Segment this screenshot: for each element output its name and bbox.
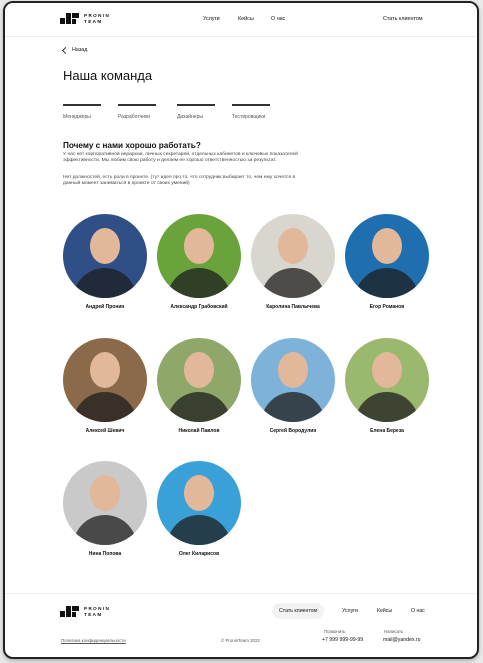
tab-managers[interactable]: Менеджеры — [63, 104, 101, 120]
avatar — [63, 338, 147, 422]
become-client-link[interactable]: Стать клиентом — [383, 16, 423, 22]
team-member-card[interactable]: Николай Павлов — [154, 338, 244, 434]
why-paragraph-2: Нет должностей, есть роли в проекте. (ту… — [63, 175, 296, 186]
avatar — [345, 214, 429, 298]
team-member-card[interactable]: Сергей Вородулин — [248, 338, 338, 434]
team-member-name: Александр Грабовский — [170, 304, 228, 310]
team-member-card[interactable]: Алексей Шевич — [60, 338, 150, 434]
nav-services[interactable]: Услуги — [203, 16, 220, 22]
team-member-name: Сергей Вородулин — [269, 428, 317, 434]
team-member-name: Алексей Шевич — [85, 428, 125, 434]
phone-link[interactable]: +7 999 999-99-99 — [322, 637, 363, 643]
logo-line2: TEAM — [84, 611, 103, 617]
call-label: Позвонить — [324, 629, 346, 634]
avatar — [157, 338, 241, 422]
footer-become-client-button[interactable]: Стать клиентом — [272, 603, 325, 619]
footer-nav-cases[interactable]: Кейсы — [370, 603, 399, 619]
tab-label: Дизайнеры — [177, 113, 203, 120]
site-footer: PRONIN TEAM Стать клиентом Услуги Кейсы … — [5, 593, 477, 657]
tab-label: Разработчики — [118, 113, 150, 120]
logo-icon — [60, 606, 80, 617]
team-member-name: Нина Попова — [88, 551, 122, 557]
team-member-card[interactable]: Олег Киларисов — [154, 461, 244, 557]
logo-icon — [60, 13, 80, 24]
footer-nav-about[interactable]: О нас — [404, 603, 432, 619]
chevron-left-icon — [61, 46, 70, 54]
avatar — [345, 338, 429, 422]
avatar — [63, 461, 147, 545]
logo-line1: PRONIN — [84, 13, 111, 18]
team-member-card[interactable]: Александр Грабовский — [154, 214, 244, 310]
site-header: PRONIN TEAM Услуги Кейсы О нас Стать кли… — [5, 3, 477, 37]
tab-developers[interactable]: Разработчики — [118, 104, 156, 120]
email-link[interactable]: mail@yandex.ru — [383, 637, 421, 643]
page: PRONIN TEAM Услуги Кейсы О нас Стать кли… — [3, 1, 479, 659]
team-member-name: Николай Павлов — [178, 428, 220, 434]
team-member-card[interactable]: Егор Романов — [342, 214, 432, 310]
team-member-name: Андрей Пронин — [85, 304, 125, 310]
team-member-card[interactable]: Нина Попова — [60, 461, 150, 557]
back-label: Назад — [72, 47, 88, 53]
tab-testers[interactable]: Тестировщики — [232, 104, 270, 120]
copyright: © ProninTeam 2022 — [221, 638, 260, 643]
avatar — [251, 214, 335, 298]
team-member-name: Елена Береза — [370, 428, 404, 434]
footer-logo[interactable]: PRONIN TEAM — [60, 606, 110, 617]
avatar — [251, 338, 335, 422]
team-member-name: Олег Киларисов — [178, 551, 220, 557]
nav-about[interactable]: О нас — [271, 16, 285, 22]
privacy-policy-link[interactable]: Политика конфиденциальности — [61, 638, 126, 643]
nav-cases[interactable]: Кейсы — [238, 16, 254, 22]
avatar — [63, 214, 147, 298]
avatar — [157, 214, 241, 298]
team-member-card[interactable]: Андрей Пронин — [60, 214, 150, 310]
tab-label: Менеджеры — [63, 113, 91, 120]
logo-line1: PRONIN — [84, 606, 111, 611]
page-title: Наша команда — [63, 68, 153, 83]
logo-line2: TEAM — [84, 18, 103, 24]
why-paragraph-1: У нас нет корпоративной иерархии, личных… — [63, 152, 298, 163]
team-member-name: Каролина Павлычева — [266, 304, 320, 310]
write-label: Написать — [384, 629, 404, 634]
tab-label: Тестировщики — [232, 113, 266, 120]
tab-designers[interactable]: Дизайнеры — [177, 104, 215, 120]
footer-nav-services[interactable]: Услуги — [335, 603, 365, 619]
back-link[interactable]: Назад — [61, 46, 88, 54]
why-title: Почему с нами хорошо работать? — [63, 141, 201, 150]
logo[interactable]: PRONIN TEAM — [60, 13, 110, 24]
team-member-card[interactable]: Каролина Павлычева — [248, 214, 338, 310]
team-member-name: Егор Романов — [369, 304, 405, 310]
avatar — [157, 461, 241, 545]
team-member-card[interactable]: Елена Береза — [342, 338, 432, 434]
